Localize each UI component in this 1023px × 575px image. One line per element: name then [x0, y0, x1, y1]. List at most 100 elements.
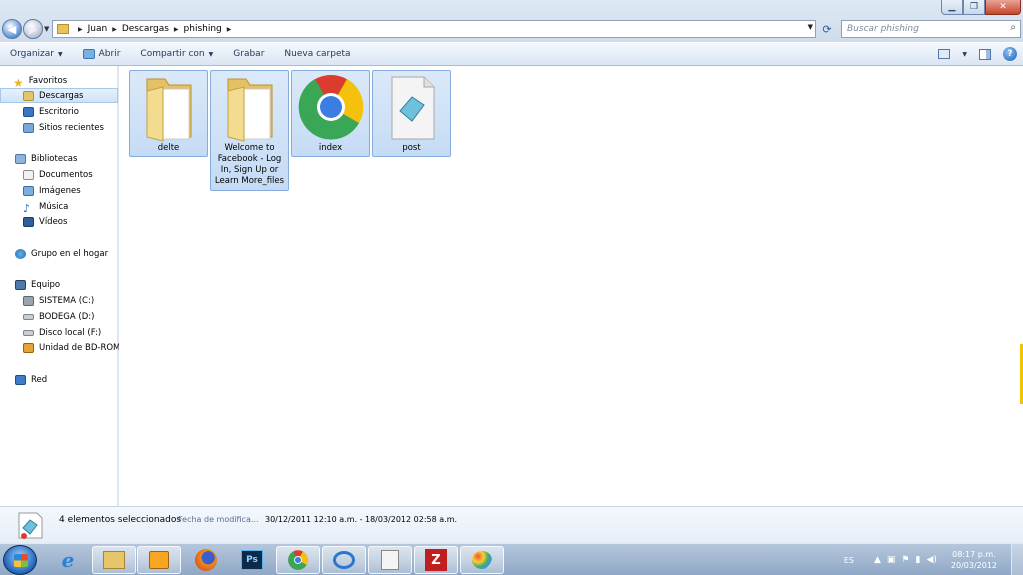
command-bar: Organizar ▼ Abrir Compartir con ▼ Grabar N…: [0, 42, 1023, 66]
breadcrumb-juan[interactable]: Juan: [88, 24, 108, 34]
breadcrumb-arrow-icon[interactable]: ▶: [78, 26, 83, 33]
downloads-folder-icon: [23, 90, 34, 101]
nav-drive-f[interactable]: Disco local (F:): [0, 325, 118, 340]
photoshop-icon: Ps: [241, 550, 263, 570]
filezilla-icon: Z: [425, 549, 447, 571]
share-button[interactable]: Compartir con ▼: [130, 43, 223, 65]
breadcrumb-arrow-icon[interactable]: ▶: [112, 26, 117, 33]
breadcrumb-descargas[interactable]: Descargas: [122, 24, 169, 34]
file-name: post: [402, 143, 421, 153]
nav-downloads[interactable]: Descargas: [0, 88, 118, 103]
taskbar-photoshop[interactable]: Ps: [230, 546, 274, 574]
bd-rom-icon: [23, 342, 34, 353]
nav-label: Unidad de BD-ROM: [39, 342, 121, 353]
nav-homegroup[interactable]: Grupo en el hogar: [0, 246, 118, 261]
homegroup-icon: [15, 248, 26, 259]
notepad-icon: [381, 550, 399, 570]
nav-desktop[interactable]: Escritorio: [0, 104, 118, 119]
chrome-icon: [298, 75, 363, 140]
nav-images[interactable]: Imágenes: [0, 183, 118, 198]
file-item-facebook-files[interactable]: Welcome to Facebook - Log In, Sign Up or…: [210, 70, 289, 191]
nav-documents[interactable]: Documentos: [0, 167, 118, 182]
minimize-button[interactable]: ▁: [941, 0, 963, 15]
libraries-icon: [15, 153, 26, 164]
search-icon[interactable]: ⌕: [1010, 22, 1016, 33]
signal-icon[interactable]: ▮: [916, 555, 921, 565]
navigation-pane: ★ Favoritos Descargas Escritorio Sitios …: [0, 66, 121, 506]
action-center-icon[interactable]: ⚑: [901, 555, 909, 565]
recent-places-icon: [23, 122, 34, 133]
nav-drive-bd[interactable]: Unidad de BD-ROM: [0, 340, 121, 355]
volume-icon[interactable]: ◀): [926, 555, 936, 565]
taskbar-messenger[interactable]: [322, 546, 366, 574]
document-icon: [391, 76, 434, 140]
folder-icon: [57, 24, 69, 34]
network-status-icon[interactable]: ▣: [887, 555, 896, 565]
forward-button[interactable]: ▶: [23, 19, 43, 39]
address-dropdown-icon[interactable]: ▼: [808, 23, 813, 31]
nav-label: Bibliotecas: [31, 153, 78, 164]
preview-pane-icon[interactable]: [979, 48, 991, 60]
nav-network[interactable]: Red: [0, 372, 118, 387]
organize-label: Organizar: [10, 49, 54, 59]
nav-label: Música: [39, 201, 69, 212]
recent-pages-dropdown[interactable]: ▼: [44, 25, 52, 33]
nav-label: Vídeos: [39, 216, 68, 227]
close-button[interactable]: ✕: [985, 0, 1021, 15]
address-bar[interactable]: ▶ Juan ▶ Descargas ▶ phishing ▶ ▼: [52, 20, 816, 38]
taskbar-ie[interactable]: e: [46, 546, 90, 574]
nav-computer[interactable]: Equipo: [0, 277, 118, 292]
file-name: index: [318, 143, 343, 153]
maximize-button[interactable]: ❐: [963, 0, 985, 15]
network-icon: [15, 374, 26, 385]
internet-explorer-icon: e: [61, 548, 75, 572]
nav-favorites[interactable]: ★ Favoritos: [0, 73, 118, 90]
breadcrumb-phishing[interactable]: phishing: [184, 24, 222, 34]
share-label: Compartir con: [140, 49, 205, 59]
chevron-down-icon[interactable]: ▼: [962, 51, 967, 58]
new-folder-button[interactable]: Nueva carpeta: [274, 43, 360, 65]
taskbar-explorer[interactable]: [92, 546, 136, 574]
open-icon: [82, 49, 95, 59]
file-item-delte[interactable]: delte: [129, 70, 208, 157]
nav-recent[interactable]: Sitios recientes: [0, 120, 118, 135]
date-modified-value: 30/12/2011 12:10 a.m. - 18/03/2012 02:58…: [265, 515, 458, 524]
open-button[interactable]: Abrir: [73, 43, 131, 65]
details-pane: 4 elementos seleccionados Fecha de modif…: [0, 506, 1023, 543]
file-list: delte Welcome to Facebook - Log In, Sign…: [119, 66, 1023, 506]
file-item-index[interactable]: index: [291, 70, 370, 157]
taskbar-paint[interactable]: [460, 546, 504, 574]
taskbar-firefox[interactable]: [184, 546, 228, 574]
breadcrumb-arrow-icon[interactable]: ▶: [227, 26, 232, 33]
clock[interactable]: 08:17 p.m. 20/03/2012: [951, 549, 997, 571]
organize-button[interactable]: Organizar ▼: [0, 43, 73, 65]
nav-videos[interactable]: Vídeos: [0, 214, 118, 229]
show-desktop-button[interactable]: [1011, 544, 1023, 575]
help-icon[interactable]: ?: [1003, 47, 1017, 61]
taskbar-filezilla[interactable]: Z: [414, 546, 458, 574]
nav-label: Descargas: [39, 90, 84, 101]
breadcrumb-arrow-icon[interactable]: ▶: [174, 26, 179, 33]
nav-label: Equipo: [31, 279, 61, 290]
language-indicator[interactable]: ES: [844, 556, 854, 565]
nav-label: Grupo en el hogar: [31, 248, 109, 259]
nav-music[interactable]: ♪ Música: [0, 199, 118, 215]
back-button[interactable]: ◀: [2, 19, 22, 39]
burn-label: Grabar: [233, 49, 265, 59]
search-input[interactable]: Buscar phishing ⌕: [841, 20, 1021, 38]
nav-libraries[interactable]: Bibliotecas: [0, 151, 118, 166]
burn-button[interactable]: Grabar: [223, 43, 274, 65]
nav-drive-c[interactable]: SISTEMA (C:): [0, 293, 118, 308]
taskbar: e Ps Z ES ▲ ▣ ⚑ ▮ ◀) 08:17 p.m. 20/03/20…: [0, 543, 1023, 575]
nav-drive-d[interactable]: BODEGA (D:): [0, 309, 118, 324]
taskbar-notepad[interactable]: [368, 546, 412, 574]
show-hidden-icons-icon[interactable]: ▲: [874, 555, 881, 565]
messenger-icon: [333, 551, 355, 569]
taskbar-media-player[interactable]: [137, 546, 181, 574]
file-item-post[interactable]: post: [372, 70, 451, 157]
taskbar-chrome[interactable]: [276, 546, 320, 574]
view-options-icon[interactable]: [938, 49, 951, 59]
start-button[interactable]: [3, 545, 37, 575]
clock-time: 08:17 p.m.: [952, 550, 996, 559]
refresh-icon[interactable]: ⟳: [818, 20, 836, 38]
